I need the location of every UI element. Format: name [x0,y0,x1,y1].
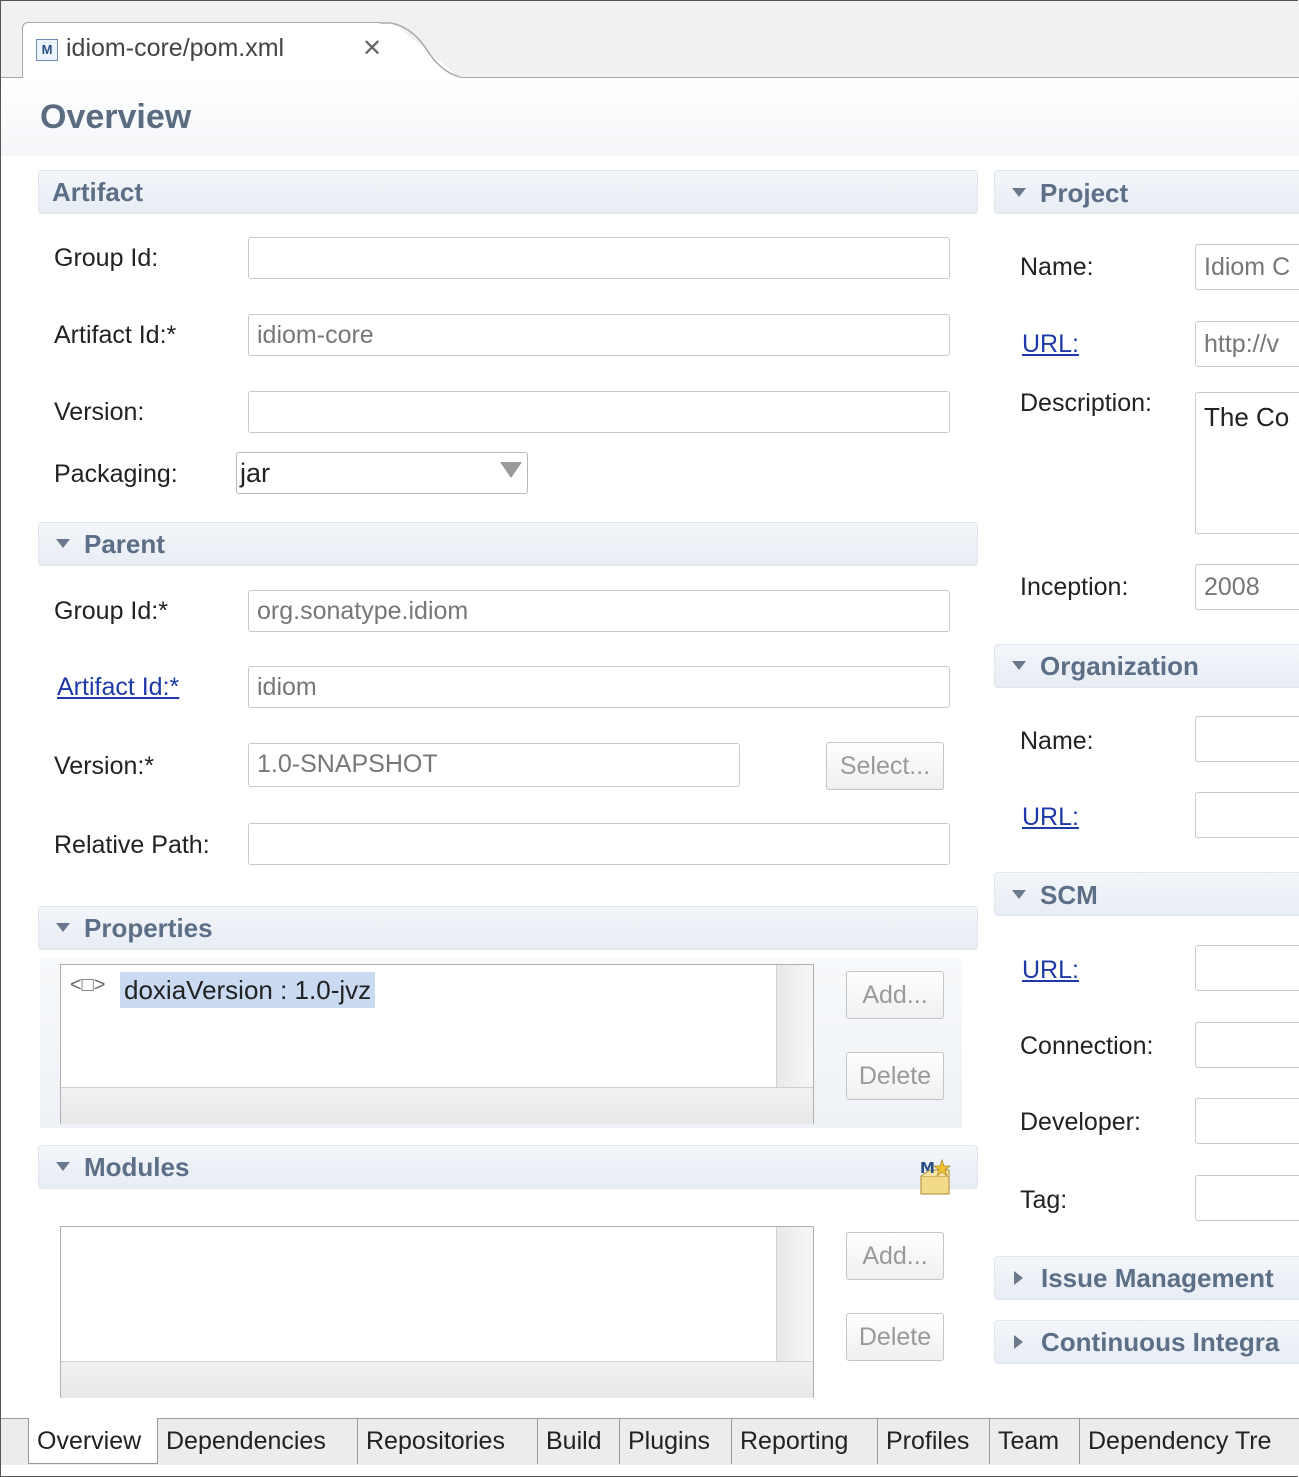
project-name-field[interactable]: Idiom C [1195,244,1299,290]
artifact-id-label: Artifact Id:* [54,321,177,349]
artifact-section-header [38,170,978,214]
parent-version-field[interactable]: 1.0-SNAPSHOT [248,743,740,787]
scm-developer-field[interactable] [1195,1098,1299,1144]
parent-section-title[interactable]: Parent [56,529,165,560]
tab-repositories[interactable]: Repositories [358,1418,538,1464]
tab-reporting[interactable]: Reporting [732,1418,878,1464]
relative-path-field[interactable] [248,823,950,865]
modules-section-title[interactable]: Modules [56,1152,189,1183]
scm-url-field[interactable] [1195,945,1299,991]
create-module-icon[interactable]: M [918,1158,954,1196]
parent-artifact-id-field[interactable]: idiom [248,666,950,708]
expand-triangle-icon [1012,889,1026,899]
project-inception-field[interactable]: 2008 [1195,564,1299,610]
issue-management-section-title-text: Issue Management [1041,1263,1274,1293]
property-entry-icon: <□> [70,974,106,996]
relative-path-label: Relative Path: [54,831,210,859]
select-parent-button[interactable]: Select... [826,742,944,790]
scm-connection-label: Connection: [1020,1032,1154,1060]
collapsed-triangle-icon [1014,1335,1023,1350]
organization-url-link[interactable]: URL: [1022,803,1079,832]
parent-section-title-text: Parent [84,529,165,559]
modules-add-button[interactable]: Add... [846,1232,944,1280]
organization-section-title-text: Organization [1040,651,1199,681]
scm-section-title-text: SCM [1040,880,1098,910]
artifact-section-title: Artifact [52,177,144,207]
tab-build[interactable]: Build [538,1418,620,1464]
close-icon[interactable]: ✕ [362,34,382,63]
organization-url-field[interactable] [1195,792,1299,838]
organization-name-field[interactable] [1195,716,1299,762]
collapsed-triangle-icon [1014,1271,1023,1286]
project-description-label: Description: [1020,389,1152,417]
property-list-item[interactable]: doxiaVersion : 1.0-jvz [120,972,376,1008]
properties-horizontal-scrollbar[interactable] [61,1087,813,1124]
parent-artifact-id-link[interactable]: Artifact Id:* [57,673,179,702]
properties-add-button[interactable]: Add... [846,971,944,1019]
project-section-title-text: Project [1040,178,1129,208]
properties-section-title-text: Properties [84,913,213,943]
continuous-integration-section-title-text: Continuous Integra [1041,1327,1280,1357]
page-title: Overview [40,98,192,136]
organization-name-label: Name: [1020,727,1094,755]
artifact-group-id-label: Group Id: [54,244,159,272]
maven-pom-file-icon: M [36,39,58,61]
tab-dependency-tree[interactable]: Dependency Tre [1080,1418,1299,1464]
packaging-label: Packaging: [54,460,178,488]
packaging-value: jar [240,458,271,488]
project-url-field[interactable]: http://v [1195,321,1299,367]
expand-triangle-icon [56,538,70,548]
artifact-id-field[interactable]: idiom-core [248,314,950,356]
scm-developer-label: Developer: [1020,1108,1141,1136]
project-section-title[interactable]: Project [1012,178,1128,209]
expand-triangle-icon [56,1161,70,1171]
parent-group-id-field[interactable]: org.sonatype.idiom [248,590,950,632]
expand-triangle-icon [1012,660,1026,670]
tab-team[interactable]: Team [990,1418,1080,1464]
packaging-select[interactable] [236,452,528,494]
organization-section-title[interactable]: Organization [1012,651,1199,682]
tab-plugins[interactable]: Plugins [620,1418,732,1464]
svg-text:M: M [920,1159,935,1177]
artifact-version-label: Version: [54,398,145,426]
expand-triangle-icon [1012,187,1026,197]
properties-delete-button[interactable]: Delete [846,1052,944,1100]
chevron-down-icon[interactable] [500,462,522,478]
overview-header [1,78,1299,156]
modules-vertical-scrollbar[interactable] [776,1227,813,1361]
parent-group-id-label: Group Id:* [54,597,168,625]
continuous-integration-section-title[interactable]: Continuous Integra [1014,1327,1279,1358]
scm-tag-field[interactable] [1195,1175,1299,1221]
scm-section-title[interactable]: SCM [1012,880,1098,911]
expand-triangle-icon [56,922,70,932]
properties-section-title[interactable]: Properties [56,913,213,944]
issue-management-section-title[interactable]: Issue Management [1014,1263,1274,1294]
modules-horizontal-scrollbar[interactable] [61,1361,813,1398]
modules-section-title-text: Modules [84,1152,190,1182]
scm-url-link[interactable]: URL: [1022,956,1079,985]
project-name-label: Name: [1020,253,1094,281]
modules-delete-button[interactable]: Delete [846,1313,944,1361]
project-inception-label: Inception: [1020,573,1129,601]
project-description-field[interactable]: The Co [1195,392,1299,534]
parent-version-label: Version:* [54,752,155,780]
scm-tag-label: Tag: [1020,1186,1068,1214]
editor-tab-title: idiom-core/pom.xml [66,34,285,62]
artifact-version-field[interactable] [248,391,950,433]
parent-section-header[interactable] [38,522,978,566]
scm-connection-field[interactable] [1195,1022,1299,1068]
editor-tab-edge [380,22,460,78]
project-url-link[interactable]: URL: [1022,330,1079,359]
artifact-group-id-field[interactable] [248,237,950,279]
properties-vertical-scrollbar[interactable] [776,965,813,1087]
tab-profiles[interactable]: Profiles [878,1418,990,1464]
tab-dependencies[interactable]: Dependencies [158,1418,358,1464]
tab-overview[interactable]: Overview [28,1418,158,1464]
